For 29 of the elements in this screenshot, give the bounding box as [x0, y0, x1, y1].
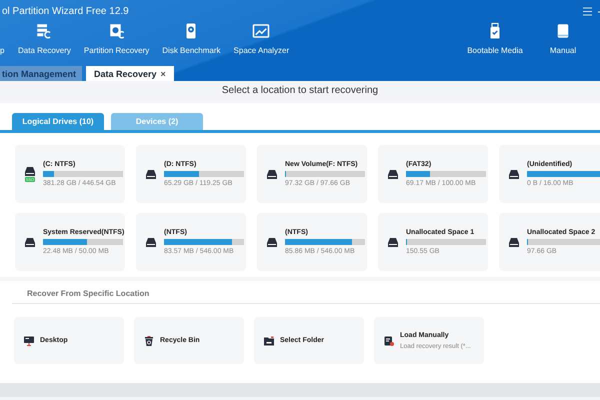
section-title: Recover From Specific Location — [12, 289, 600, 304]
drive-icon — [387, 237, 399, 247]
drive-icon — [266, 237, 278, 247]
drive-icon — [508, 169, 520, 179]
toolbar-button[interactable]: Space Analyzer — [234, 22, 290, 55]
toolbar-button[interactable]: Disk Benchmark — [162, 22, 221, 55]
drive-icon — [508, 237, 520, 247]
close-icon[interactable]: × — [160, 68, 166, 78]
load-icon — [383, 334, 395, 346]
toolbar-icon — [252, 22, 270, 40]
desktop-icon — [23, 334, 35, 346]
folder-icon — [263, 334, 275, 346]
drive-icon — [24, 237, 36, 247]
toolbar-button[interactable]: Manual — [543, 22, 583, 55]
tab[interactable]: tion Management — [0, 66, 82, 81]
tab[interactable]: Data Recovery × — [86, 66, 174, 81]
drive-icon — [145, 237, 157, 247]
toolbar-button[interactable]: Partition Recovery — [84, 22, 150, 55]
toolbar-button[interactable]: Data Recovery — [18, 22, 71, 55]
drive-icon — [387, 169, 399, 179]
toolbar-icon — [108, 22, 126, 40]
drive-icon — [266, 169, 278, 179]
toolbar-button[interactable]: Bootable Media — [460, 22, 530, 55]
drive-icon — [24, 166, 36, 176]
toolbar-label[interactable]: p — [0, 46, 5, 55]
drive-icon — [145, 169, 157, 179]
menu-icon[interactable] — [583, 6, 592, 16]
bin-icon — [143, 334, 155, 346]
window-title: ol Partition Wizard Free 12.9 — [2, 6, 129, 16]
